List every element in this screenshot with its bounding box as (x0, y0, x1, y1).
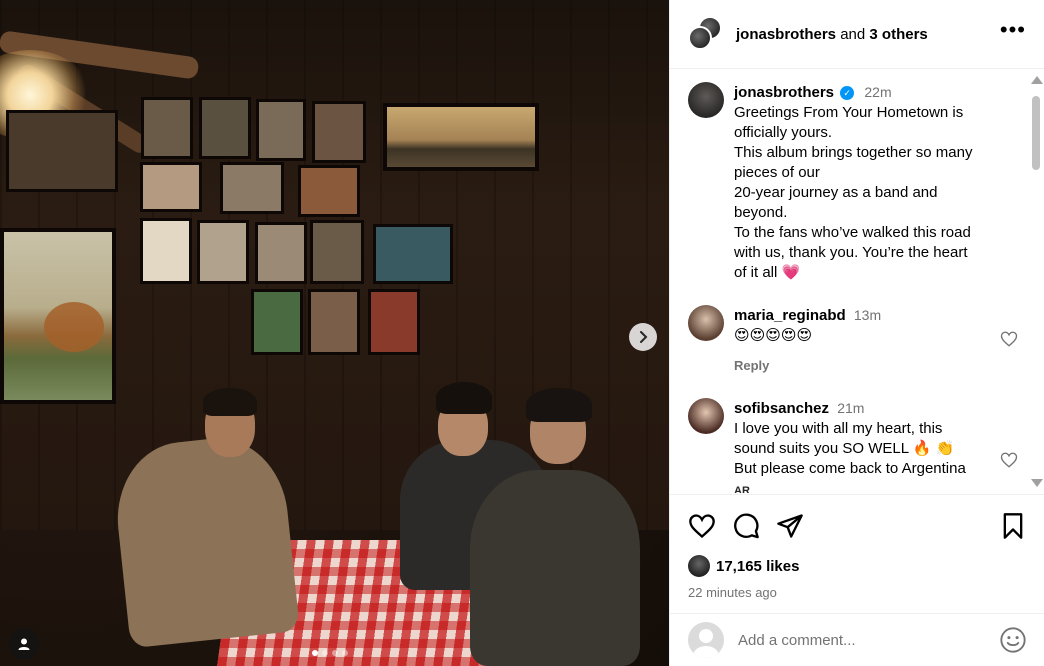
carousel-dot (332, 650, 338, 656)
others-link[interactable]: 3 others (869, 26, 927, 43)
post-actions: 17,165 likes 22 minutes ago (670, 494, 1044, 600)
avatar[interactable] (688, 398, 724, 434)
caption: jonasbrothers ✓ 22m Greetings From Your … (670, 70, 1030, 283)
wall-picture-frame (141, 97, 193, 159)
comment-item: sofibsanchez 21m I love you with all my … (670, 376, 1030, 493)
heart-icon[interactable] (688, 512, 716, 540)
scroll-up-arrow-icon[interactable] (1031, 76, 1043, 84)
comment-item: maria_reginabd 13m 😍😍😍😍😍 Reply (670, 283, 1030, 376)
wall-picture-frame (197, 220, 249, 284)
person-left-hair (203, 388, 257, 416)
carousel-dot (322, 650, 328, 656)
wall-picture-frame (312, 101, 366, 163)
city-skyline-painting (383, 103, 539, 171)
wall-picture-frame (199, 97, 251, 159)
comment-username[interactable]: maria_reginabd (734, 307, 846, 324)
collab-avatars[interactable] (688, 16, 722, 52)
wall-picture-frame (6, 110, 118, 192)
likes-label: likes (766, 557, 800, 575)
wall-picture-frame (255, 222, 307, 284)
wall-picture-frame (256, 99, 306, 161)
author-connector: and (840, 25, 866, 43)
likes-count: 17,165 (716, 557, 762, 575)
comment-icon[interactable] (732, 512, 760, 540)
comment-username[interactable]: sofibsanchez (734, 400, 829, 417)
bookmark-icon[interactable] (999, 512, 1027, 540)
caption-username[interactable]: jonasbrothers (734, 84, 834, 101)
scrollbar-thumb[interactable] (1032, 96, 1040, 170)
caption-time[interactable]: 22m (864, 84, 891, 100)
chevron-right-icon (640, 331, 648, 343)
reply-button[interactable]: Reply (734, 356, 984, 376)
next-slide-button[interactable] (629, 323, 657, 351)
wall-picture-frame (368, 289, 420, 355)
wall-picture-frame (140, 218, 192, 284)
post-timestamp[interactable]: 22 minutes ago (688, 585, 1027, 600)
post-header: jonasbrothers and 3 others ••• (670, 0, 1044, 69)
carousel-dot (312, 650, 318, 656)
person-right-hair (526, 388, 592, 422)
avatar (688, 622, 724, 658)
wall-picture-frame (220, 162, 284, 214)
comment-time[interactable]: 21m (837, 400, 864, 416)
wall-picture-frame (251, 289, 303, 355)
avatar[interactable] (688, 82, 724, 118)
action-icons-row (688, 509, 1027, 543)
author-username[interactable]: jonasbrothers (736, 26, 836, 43)
wall-picture-frame (298, 165, 360, 217)
comment-like-heart-icon[interactable] (1000, 451, 1018, 469)
post-side-panel: jonasbrothers and 3 others ••• jonasbrot… (669, 0, 1044, 666)
person-middle-hair (436, 382, 492, 414)
comment-like-heart-icon[interactable] (1000, 330, 1018, 348)
comment-extra: AR (734, 485, 750, 493)
share-icon[interactable] (776, 512, 804, 540)
avatar[interactable] (688, 305, 724, 341)
post-photo[interactable] (0, 0, 669, 666)
more-horizontal-icon[interactable]: ••• (1000, 19, 1026, 49)
comment-time[interactable]: 13m (854, 307, 881, 323)
likes-summary[interactable]: 17,165 likes (688, 555, 1027, 577)
comment-text: I love you with all my heart, this sound… (734, 420, 966, 477)
carousel-dot (342, 650, 348, 656)
person-right (470, 470, 640, 666)
comment-text: 😍😍😍😍😍 (734, 327, 813, 344)
avatar (688, 26, 712, 50)
comments-list[interactable]: jonasbrothers ✓ 22m Greetings From Your … (670, 70, 1030, 493)
comments-scrollbar[interactable] (1028, 70, 1044, 493)
carousel-dots (312, 650, 348, 656)
landscape-painting (0, 228, 116, 404)
user-icon (18, 638, 30, 650)
wall-picture-frame (308, 289, 360, 355)
emoji-icon[interactable] (999, 626, 1027, 654)
wall-picture-frame (310, 220, 364, 284)
wall-picture-frame (140, 162, 202, 212)
caption-text: Greetings From Your Hometown is official… (734, 104, 973, 281)
instagram-post-modal: jonasbrothers and 3 others ••• jonasbrot… (0, 0, 1044, 666)
avatar (688, 555, 710, 577)
add-comment-bar (670, 613, 1044, 666)
tagged-users-button[interactable] (8, 628, 40, 660)
scroll-down-arrow-icon[interactable] (1031, 479, 1043, 487)
wall-picture-frame (373, 224, 453, 284)
comment-input[interactable] (738, 631, 999, 649)
post-authors: jonasbrothers and 3 others (736, 26, 1000, 43)
verified-badge-icon: ✓ (840, 86, 855, 101)
